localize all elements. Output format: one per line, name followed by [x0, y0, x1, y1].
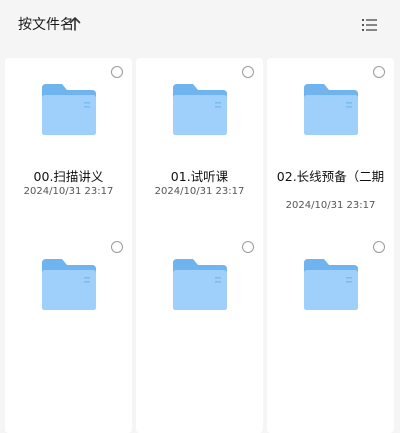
- folder-icon: [42, 259, 96, 310]
- folder-card[interactable]: 02.长线预备（二期 2024/10/31 23:17: [267, 58, 394, 258]
- arrow-up-icon[interactable]: [68, 14, 82, 34]
- select-checkbox[interactable]: [373, 66, 385, 78]
- folder-icon: [173, 84, 227, 135]
- folder-icon: [304, 84, 358, 135]
- select-checkbox[interactable]: [242, 66, 254, 78]
- file-name: 01.试听课: [170, 169, 229, 184]
- folder-card[interactable]: [136, 233, 263, 433]
- folder-icon: [42, 84, 96, 135]
- select-checkbox[interactable]: [373, 241, 385, 253]
- folder-card[interactable]: 01.试听课 2024/10/31 23:17: [136, 58, 263, 258]
- file-name: 00.扫描讲义: [33, 169, 104, 184]
- toolbar: 按文件名: [0, 0, 400, 50]
- file-date: 2024/10/31 23:17: [154, 186, 245, 197]
- select-checkbox[interactable]: [111, 66, 123, 78]
- file-date: 2024/10/31 23:17: [23, 186, 114, 197]
- folder-card[interactable]: [267, 233, 394, 433]
- folder-icon: [304, 259, 358, 310]
- file-name: 02.长线预备（二期: [276, 169, 385, 184]
- folder-icon: [173, 259, 227, 310]
- file-date: 2024/10/31 23:17: [285, 200, 376, 211]
- folder-card[interactable]: [5, 233, 132, 433]
- sort-by-name-button[interactable]: 按文件名: [18, 15, 74, 35]
- select-checkbox[interactable]: [242, 241, 254, 253]
- select-checkbox[interactable]: [111, 241, 123, 253]
- folder-card[interactable]: 00.扫描讲义 2024/10/31 23:17: [5, 58, 132, 258]
- list-view-icon[interactable]: [360, 15, 380, 35]
